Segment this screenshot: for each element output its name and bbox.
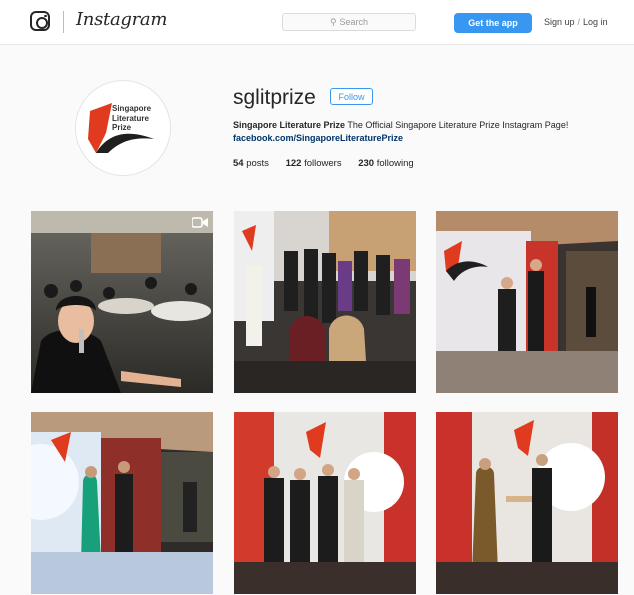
logo-divider [63, 11, 64, 33]
avatar-text-line: Prize [112, 123, 132, 132]
video-icon [192, 217, 208, 228]
post-thumbnail[interactable] [31, 412, 213, 594]
profile-username: sglitprize [233, 86, 316, 109]
auth-separator: / [577, 17, 581, 27]
profile-avatar[interactable]: Singapore Literature Prize [75, 80, 171, 176]
search-input[interactable]: ⚲ Search [282, 13, 416, 31]
auth-links: Sign up / Log in [544, 17, 608, 27]
sign-up-link[interactable]: Sign up [544, 17, 575, 27]
post-image [31, 211, 213, 393]
followers-label: followers [304, 158, 342, 169]
post-thumbnail[interactable] [234, 412, 416, 594]
bio-name: Singapore Literature Prize [233, 120, 346, 130]
search-icon: ⚲ [329, 16, 337, 27]
posts-label: posts [246, 158, 269, 169]
profile-stats: 54 posts 122 followers 230 following [233, 158, 428, 169]
bio-text: The Official Singapore Literature Prize … [347, 120, 569, 130]
instagram-wordmark[interactable]: Instagram [76, 9, 167, 30]
post-image [436, 211, 618, 393]
search-placeholder: Search [339, 17, 369, 27]
following-count: 230 [358, 158, 375, 169]
post-image [436, 412, 618, 594]
profile-bio: Singapore Literature Prize The Official … [233, 119, 568, 145]
post-image [234, 211, 416, 393]
avatar-logo-text: Singapore Literature Prize [112, 104, 151, 133]
post-image [234, 412, 416, 594]
posts-stat: 54 posts [233, 158, 269, 169]
post-thumbnail[interactable] [436, 412, 618, 594]
followers-stat[interactable]: 122 followers [286, 158, 342, 169]
post-thumbnail[interactable] [436, 211, 618, 393]
follow-button[interactable]: Follow [330, 88, 373, 105]
post-thumbnail[interactable] [234, 211, 416, 393]
post-thumbnail[interactable] [31, 211, 213, 393]
following-stat[interactable]: 230 following [358, 158, 413, 169]
following-label: following [376, 158, 414, 169]
posts-count: 54 [233, 158, 244, 169]
followers-count: 122 [285, 158, 302, 169]
post-image [31, 412, 213, 594]
log-in-link[interactable]: Log in [583, 17, 608, 27]
avatar-text-line: Literature [112, 113, 149, 123]
instagram-camera-icon[interactable] [30, 11, 50, 31]
bio-link[interactable]: facebook.com/SingaporeLiteraturePrize [233, 132, 568, 145]
top-navigation-bar: Instagram ⚲ Search Get the app Sign up / L… [0, 0, 634, 45]
avatar-text-line: Singapore [112, 104, 152, 113]
get-the-app-button[interactable]: Get the app [454, 13, 532, 33]
